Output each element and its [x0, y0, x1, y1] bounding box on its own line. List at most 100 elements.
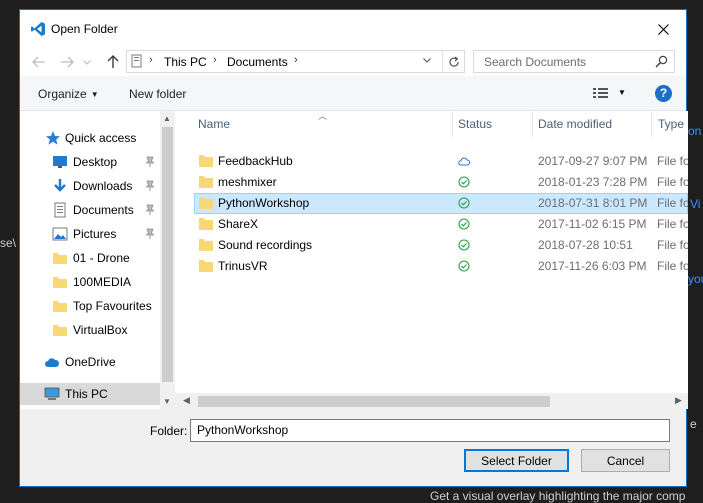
computer-icon	[44, 387, 60, 400]
file-row[interactable]: FeedbackHub 2017-09-27 9:07 PM File fold…	[194, 151, 688, 172]
file-date-modified: 2018-01-23 7:28 PM	[538, 175, 648, 189]
nav-item-label: This PC	[65, 387, 108, 401]
breadcrumb-separator[interactable]: ›	[294, 54, 298, 66]
pin-icon[interactable]	[145, 180, 155, 191]
download-icon	[54, 179, 66, 192]
organize-menu[interactable]: Organize ▼	[38, 87, 99, 101]
address-dropdown[interactable]	[423, 55, 431, 66]
breadcrumb-documents[interactable]: Documents	[227, 55, 288, 69]
file-row[interactable]: ShareX 2017-11-02 6:15 PM File folder	[194, 214, 688, 235]
column-divider[interactable]	[452, 111, 453, 137]
view-options-icon[interactable]	[593, 87, 609, 100]
file-name: PythonWorkshop	[218, 196, 310, 210]
pin-icon[interactable]	[145, 228, 155, 239]
nav-item-label: Desktop	[73, 155, 118, 169]
file-name: meshmixer	[218, 175, 277, 189]
nav-item-label: Pictures	[73, 227, 117, 241]
file-row[interactable]: TrinusVR 2017-11-26 6:03 PM File folder	[194, 256, 688, 277]
nav-item-this-pc[interactable]: This PC	[20, 383, 160, 405]
file-list: ︿ Name Status Date modified Type Feedbac…	[175, 111, 688, 409]
file-name: FeedbackHub	[218, 154, 293, 168]
refresh-button[interactable]	[442, 51, 464, 72]
scroll-right-icon[interactable]: ▶	[675, 395, 682, 406]
folder-name-input[interactable]: PythonWorkshop	[190, 419, 670, 442]
synced-check-icon	[458, 239, 470, 251]
file-date-modified: 2018-07-28 10:51	[538, 238, 633, 252]
up-button[interactable]	[102, 52, 124, 72]
search-box[interactable]	[473, 50, 675, 73]
pin-icon[interactable]	[145, 156, 155, 167]
scrollbar-thumb[interactable]	[162, 127, 173, 382]
new-folder-button[interactable]: New folder	[129, 87, 186, 101]
column-divider[interactable]	[651, 111, 652, 137]
help-icon[interactable]: ?	[655, 85, 672, 102]
file-row[interactable]: Sound recordings 2018-07-28 10:51 File f…	[194, 235, 688, 256]
nav-item-desktop[interactable]: Desktop	[20, 151, 160, 173]
breadcrumb-separator[interactable]: ›	[213, 54, 217, 66]
folder-label: Folder:	[150, 424, 188, 438]
cancel-button[interactable]: Cancel	[581, 449, 670, 472]
nav-item-label: Top Favourites	[73, 299, 152, 313]
file-row-selected[interactable]: PythonWorkshop 2018-07-31 8:01 PM File f…	[194, 193, 688, 214]
nav-item-01-drone[interactable]: 01 - Drone	[20, 247, 160, 269]
background-text: Get a visual overlay highlighting the ma…	[430, 489, 686, 503]
file-name: Sound recordings	[218, 238, 313, 252]
view-dropdown-icon[interactable]: ▼	[618, 88, 626, 97]
scroll-left-icon[interactable]: ◀	[183, 395, 190, 406]
this-pc-icon	[131, 54, 142, 68]
nav-item-downloads[interactable]: Downloads	[20, 175, 160, 197]
arrow-left-icon	[32, 56, 45, 68]
navigation-pane: Quick access Desktop Downloads Documents	[20, 111, 175, 409]
documents-icon	[54, 202, 66, 218]
close-icon	[657, 23, 669, 35]
scroll-up-icon[interactable]: ▲	[163, 114, 171, 123]
chevron-down-icon	[83, 59, 91, 65]
back-button[interactable]	[28, 52, 50, 72]
scrollbar-thumb[interactable]	[198, 396, 550, 407]
title-bar[interactable]: Open Folder	[20, 10, 686, 48]
caret-down-icon: ▼	[90, 90, 99, 99]
horizontal-scrollbar[interactable]: ◀ ▶	[175, 393, 688, 409]
nav-item-100media[interactable]: 100MEDIA	[20, 271, 160, 293]
scroll-down-icon[interactable]: ▼	[163, 397, 171, 406]
command-bar: Organize ▼ New folder ▼ ?	[20, 76, 686, 111]
select-folder-button[interactable]: Select Folder	[464, 449, 569, 472]
file-date-modified: 2017-11-26 6:03 PM	[538, 259, 647, 273]
breadcrumb-this-pc[interactable]: This PC	[164, 55, 207, 69]
onedrive-icon	[45, 358, 60, 367]
arrow-up-icon	[107, 55, 119, 68]
recent-locations-button[interactable]	[80, 52, 94, 72]
column-header-type[interactable]: Type	[658, 117, 684, 131]
column-header-status[interactable]: Status	[458, 117, 492, 131]
breadcrumb-separator[interactable]: ›	[149, 54, 153, 66]
pictures-icon	[52, 227, 68, 241]
column-header-date-modified[interactable]: Date modified	[538, 117, 612, 131]
forward-button[interactable]	[56, 52, 78, 72]
close-button[interactable]	[640, 10, 686, 48]
folder-icon	[199, 197, 213, 209]
folder-icon	[199, 176, 213, 188]
folder-icon	[199, 218, 213, 230]
refresh-icon	[448, 56, 459, 67]
navigation-scrollbar[interactable]: ▲ ▼	[160, 111, 175, 409]
nav-item-onedrive[interactable]: OneDrive	[20, 351, 160, 373]
address-bar[interactable]: › This PC › Documents ›	[126, 50, 465, 73]
column-divider[interactable]	[532, 111, 533, 137]
column-header-name[interactable]: Name	[198, 117, 230, 131]
search-icon[interactable]	[655, 55, 668, 68]
nav-item-virtualbox[interactable]: VirtualBox	[20, 319, 160, 341]
nav-item-quick-access[interactable]: Quick access	[20, 127, 160, 149]
dialog-title: Open Folder	[51, 22, 118, 36]
pin-icon[interactable]	[145, 204, 155, 215]
file-row[interactable]: meshmixer 2018-01-23 7:28 PM File folder	[194, 172, 688, 193]
search-input[interactable]	[482, 52, 652, 71]
open-folder-dialog: Open Folder › This PC › Documents › Sear…	[19, 9, 688, 487]
sort-ascending-icon: ︿	[318, 111, 328, 121]
nav-item-label: 100MEDIA	[73, 275, 132, 289]
file-date-modified: 2017-11-02 6:15 PM	[538, 217, 647, 231]
nav-item-pictures[interactable]: Pictures	[20, 223, 160, 245]
nav-item-top-favourites[interactable]: Top Favourites	[20, 295, 160, 317]
organize-label: Organize	[38, 87, 87, 101]
nav-item-label: VirtualBox	[73, 323, 128, 337]
nav-item-documents[interactable]: Documents	[20, 199, 160, 221]
